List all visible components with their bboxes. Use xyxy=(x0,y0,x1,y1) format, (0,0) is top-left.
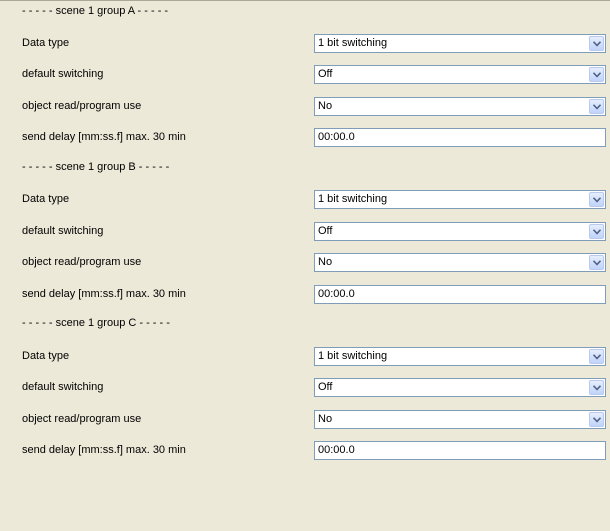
object-read-select[interactable]: No xyxy=(314,97,606,116)
data-type-select[interactable]: 1 bit switching xyxy=(314,347,606,366)
data-type-select[interactable]: 1 bit switching xyxy=(314,190,606,209)
send-delay-value: 00:00.0 xyxy=(318,444,355,456)
group-a-data-type-row: Data type 1 bit switching xyxy=(0,28,610,59)
group-b-object-read-row: object read/program use No xyxy=(0,247,610,278)
chevron-down-icon[interactable] xyxy=(589,36,604,51)
default-switching-value: Off xyxy=(318,68,333,80)
chevron-down-icon[interactable] xyxy=(589,67,604,82)
send-delay-input[interactable]: 00:00.0 xyxy=(314,285,606,304)
chevron-down-icon[interactable] xyxy=(589,255,604,270)
group-c-default-switching-row: default switching Off xyxy=(0,372,610,403)
chevron-down-icon[interactable] xyxy=(589,224,604,239)
default-switching-select[interactable]: Off xyxy=(314,65,606,84)
chevron-down-icon[interactable] xyxy=(589,380,604,395)
group-a-header-row: - - - - - scene 1 group A - - - - - xyxy=(0,0,610,31)
default-switching-value: Off xyxy=(318,381,333,393)
chevron-down-icon[interactable] xyxy=(589,192,604,207)
send-delay-input[interactable]: 00:00.0 xyxy=(314,441,606,460)
send-delay-value: 00:00.0 xyxy=(318,131,355,143)
group-c-header: - - - - - scene 1 group C - - - - - xyxy=(22,317,170,329)
default-switching-label: default switching xyxy=(22,68,104,80)
group-c-data-type-row: Data type 1 bit switching xyxy=(0,341,610,372)
group-b-data-type-row: Data type 1 bit switching xyxy=(0,184,610,215)
object-read-value: No xyxy=(318,100,333,112)
send-delay-label: send delay [mm:ss.f] max. 30 min xyxy=(22,444,186,456)
object-read-label: object read/program use xyxy=(22,100,142,112)
data-type-value: 1 bit switching xyxy=(318,37,388,49)
chevron-down-icon[interactable] xyxy=(589,349,604,364)
default-switching-value: Off xyxy=(318,225,333,237)
default-switching-label: default switching xyxy=(22,225,104,237)
send-delay-input[interactable]: 00:00.0 xyxy=(314,128,606,147)
data-type-value: 1 bit switching xyxy=(318,193,388,205)
object-read-value: No xyxy=(318,256,333,268)
data-type-label: Data type xyxy=(22,193,70,205)
object-read-label: object read/program use xyxy=(22,256,142,268)
default-switching-select[interactable]: Off xyxy=(314,222,606,241)
chevron-down-icon[interactable] xyxy=(589,99,604,114)
chevron-down-icon[interactable] xyxy=(589,412,604,427)
group-b-header-row: - - - - - scene 1 group B - - - - - xyxy=(0,156,610,187)
group-a-object-read-row: object read/program use No xyxy=(0,91,610,122)
data-type-select[interactable]: 1 bit switching xyxy=(314,34,606,53)
object-read-value: No xyxy=(318,413,333,425)
data-type-label: Data type xyxy=(22,350,70,362)
group-a-header: - - - - - scene 1 group A - - - - - xyxy=(22,5,169,17)
group-a-send-delay-row: send delay [mm:ss.f] max. 30 min 00:00.0 xyxy=(0,122,610,153)
object-read-select[interactable]: No xyxy=(314,253,606,272)
object-read-label: object read/program use xyxy=(22,413,142,425)
group-b-header: - - - - - scene 1 group B - - - - - xyxy=(22,161,170,173)
data-type-label: Data type xyxy=(22,37,70,49)
data-type-value: 1 bit switching xyxy=(318,350,388,362)
parameter-panel: - - - - - scene 1 group A - - - - - Data… xyxy=(0,0,610,531)
group-b-default-switching-row: default switching Off xyxy=(0,216,610,247)
group-c-header-row: - - - - - scene 1 group C - - - - - xyxy=(0,312,610,343)
send-delay-label: send delay [mm:ss.f] max. 30 min xyxy=(22,131,186,143)
group-a-default-switching-row: default switching Off xyxy=(0,59,610,90)
send-delay-value: 00:00.0 xyxy=(318,288,355,300)
default-switching-select[interactable]: Off xyxy=(314,378,606,397)
group-b-send-delay-row: send delay [mm:ss.f] max. 30 min 00:00.0 xyxy=(0,279,610,310)
group-c-object-read-row: object read/program use No xyxy=(0,404,610,435)
default-switching-label: default switching xyxy=(22,381,104,393)
group-c-send-delay-row: send delay [mm:ss.f] max. 30 min 00:00.0 xyxy=(0,435,610,466)
object-read-select[interactable]: No xyxy=(314,410,606,429)
send-delay-label: send delay [mm:ss.f] max. 30 min xyxy=(22,288,186,300)
